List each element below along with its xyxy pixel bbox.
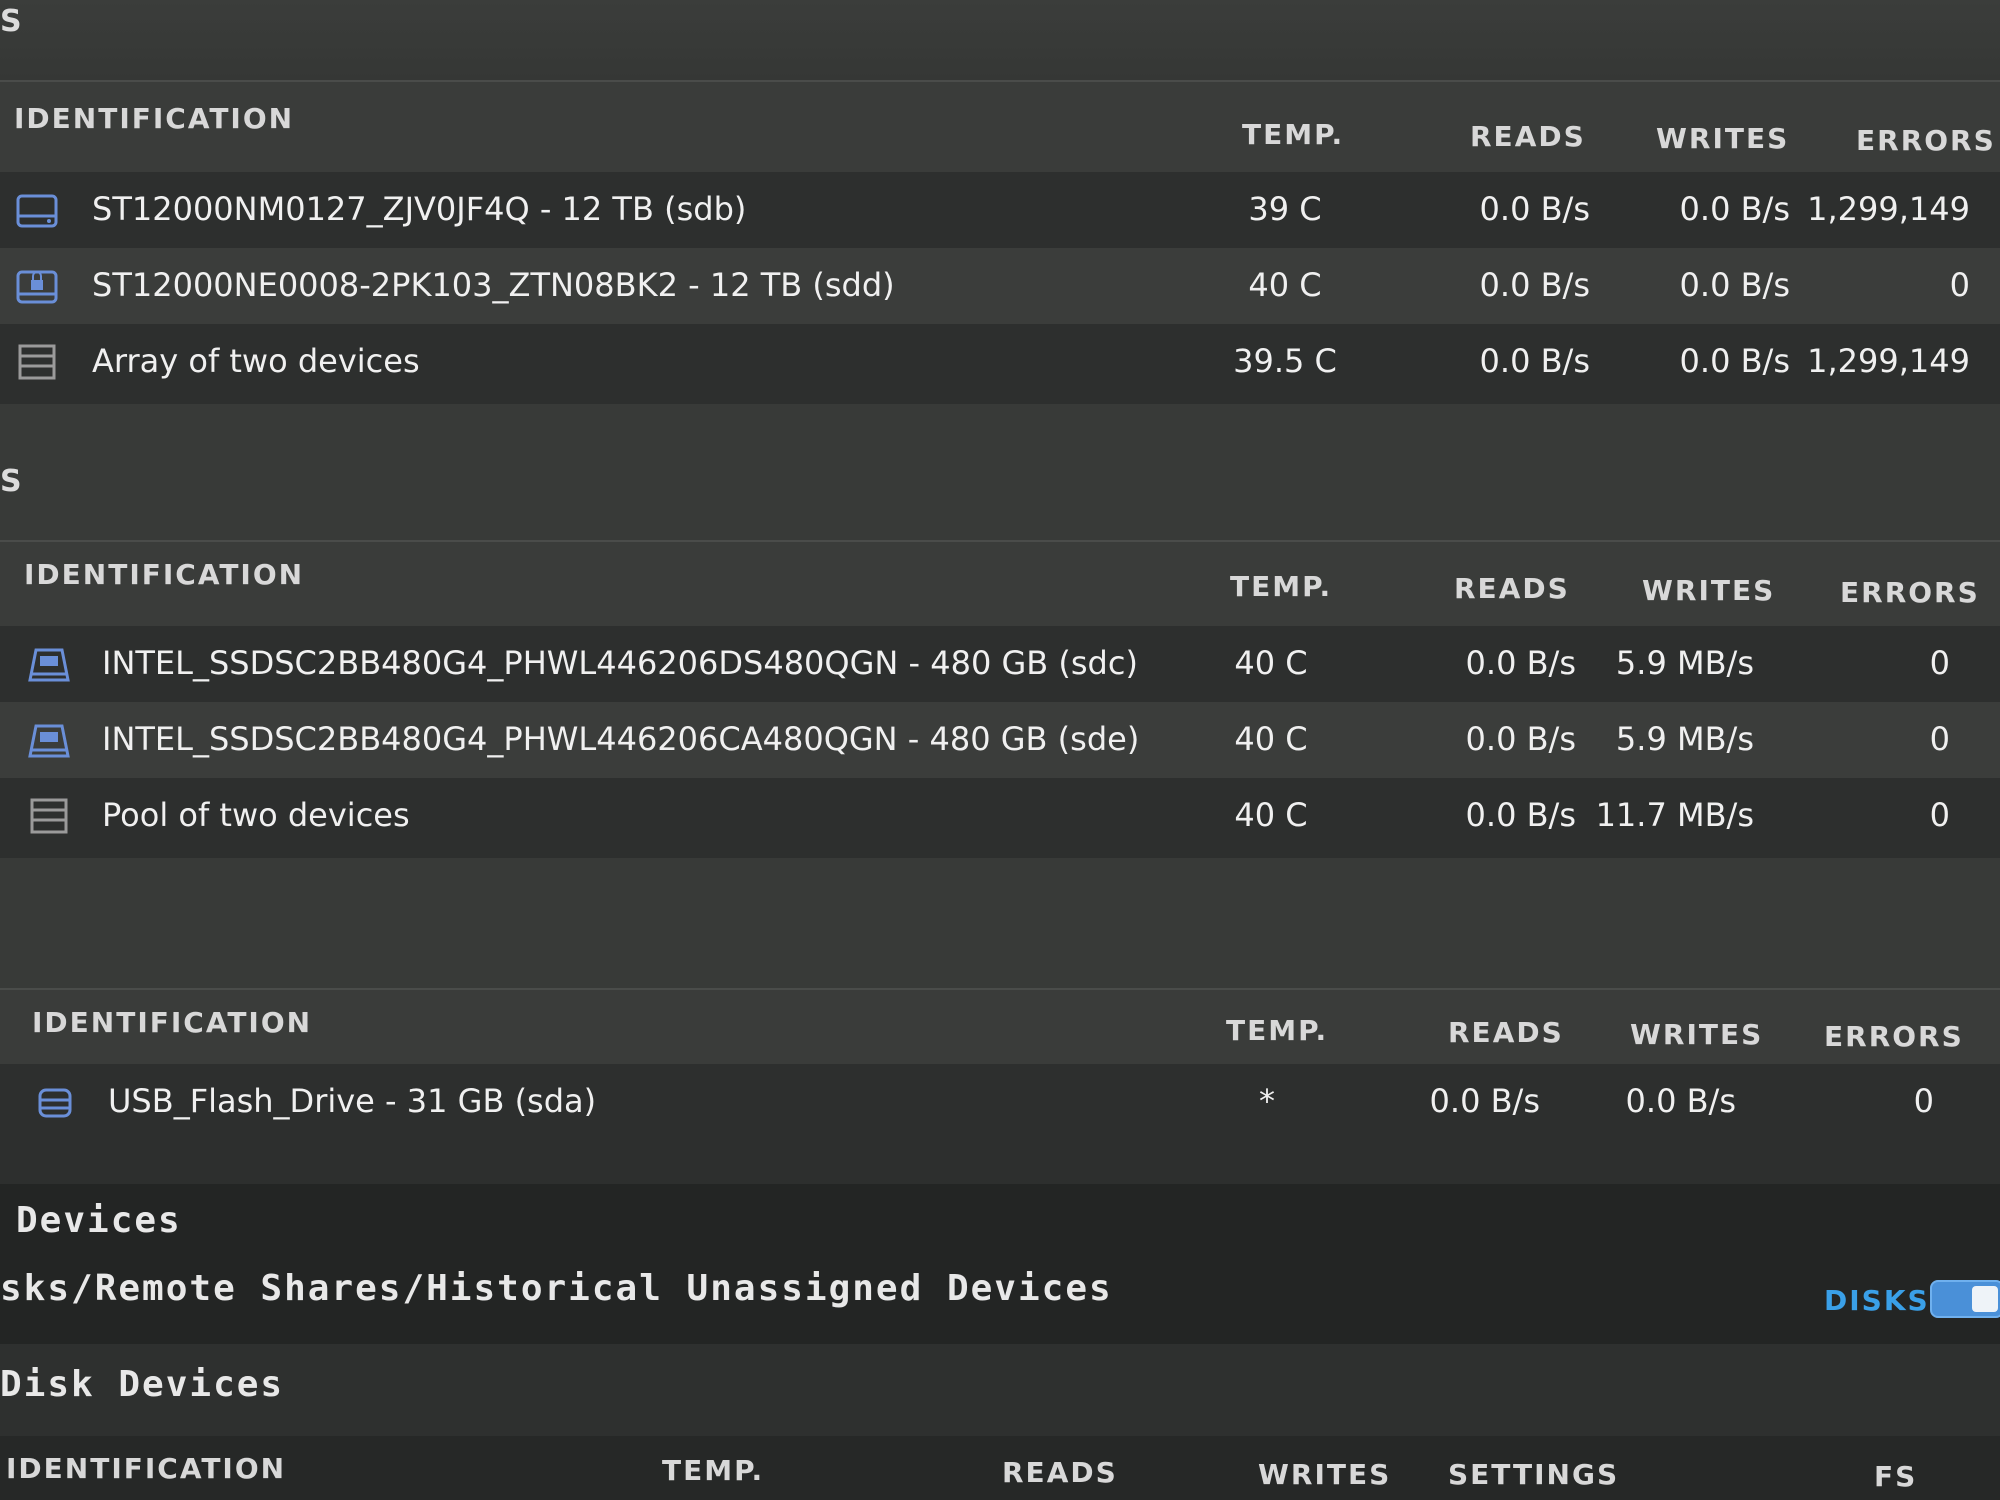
device-name: Array of two devices	[92, 342, 420, 380]
device-errors: 0	[1929, 720, 1950, 758]
col-temp: TEMP.	[1226, 1014, 1329, 1047]
device-name[interactable]: INTEL_SSDSC2BB480G4_PHWL446206CA480QGN -…	[102, 720, 1139, 758]
device-writes: 11.7 MB/s	[1595, 796, 1754, 834]
device-temp: 40 C	[1234, 796, 1308, 834]
device-temp: 40 C	[1234, 644, 1308, 682]
table-row[interactable]: INTEL_SSDSC2BB480G4_PHWL446206DS480QGN -…	[0, 626, 2000, 702]
col-temp: TEMP.	[1242, 118, 1345, 151]
device-writes: 0.0 B/s	[1679, 266, 1790, 304]
flash-table-header: IDENTIFICATION TEMP. READS WRITES ERRORS	[0, 988, 2000, 1066]
device-name[interactable]: INTEL_SSDSC2BB480G4_PHWL446206DS480QGN -…	[102, 644, 1138, 682]
section-gap	[0, 858, 2000, 988]
col-reads: READS	[1454, 572, 1570, 605]
device-reads: 0.0 B/s	[1465, 644, 1576, 682]
device-reads: 0.0 B/s	[1429, 1082, 1540, 1120]
col-settings: SETTINGS	[1448, 1458, 1620, 1491]
hdd-icon[interactable]	[14, 190, 60, 230]
device-writes: 5.9 MB/s	[1615, 720, 1754, 758]
unassigned-title: sks/Remote Shares/Historical Unassigned …	[0, 1268, 1113, 1309]
devices-title: Devices	[16, 1200, 182, 1241]
table-row[interactable]: ST12000NM0127_ZJV0JF4Q - 12 TB (sdb) 39 …	[0, 172, 2000, 248]
device-reads: 0.0 B/s	[1479, 342, 1590, 380]
device-name[interactable]: USB_Flash_Drive - 31 GB (sda)	[108, 1082, 596, 1120]
section-title-bar: S	[0, 0, 2000, 80]
table-row[interactable]: Pool of two devices 40 C 0.0 B/s 11.7 MB…	[0, 778, 2000, 858]
col-identification: IDENTIFICATION	[14, 102, 295, 135]
col-temp: TEMP.	[1230, 570, 1333, 603]
device-name: Pool of two devices	[102, 796, 410, 834]
table-row[interactable]: USB_Flash_Drive - 31 GB (sda) * 0.0 B/s …	[0, 1064, 2000, 1184]
col-temp: TEMP.	[662, 1454, 765, 1487]
col-reads: READS	[1002, 1456, 1118, 1489]
device-temp: *	[1259, 1082, 1275, 1120]
array-table-header: IDENTIFICATION TEMP. READS WRITES ERRORS	[0, 80, 2000, 174]
section-title-bar: S	[0, 404, 2000, 540]
unassigned-table-header: IDENTIFICATION TEMP. READS WRITES SETTIN…	[0, 1436, 2000, 1500]
col-identification: IDENTIFICATION	[32, 1006, 313, 1039]
col-writes: WRITES	[1258, 1458, 1392, 1491]
device-writes: 5.9 MB/s	[1615, 644, 1754, 682]
array-icon	[18, 344, 56, 380]
device-errors: 0	[1929, 796, 1950, 834]
table-row[interactable]: ST12000NE0008-2PK103_ZTN08BK2 - 12 TB (s…	[0, 248, 2000, 324]
col-fs: FS	[1874, 1460, 1918, 1493]
col-errors: ERRORS	[1824, 1020, 1964, 1053]
ssd-icon[interactable]	[26, 720, 72, 760]
col-reads: READS	[1470, 120, 1586, 153]
unassigned-section: Devices sks/Remote Shares/Historical Una…	[0, 1184, 2000, 1344]
col-reads: READS	[1448, 1016, 1564, 1049]
disks-toggle[interactable]	[1930, 1280, 2000, 1318]
device-errors: 0	[1913, 1082, 1934, 1120]
device-writes: 0.0 B/s	[1625, 1082, 1736, 1120]
disks-toggle-label: DISKS	[1824, 1284, 1930, 1317]
col-identification: IDENTIFICATION	[6, 1452, 287, 1485]
usb-drive-icon[interactable]	[32, 1082, 78, 1122]
disk-devices-title: Disk Devices	[0, 1364, 285, 1405]
device-temp: 40 C	[1248, 266, 1322, 304]
device-errors: 0	[1929, 644, 1950, 682]
pool-table-header: IDENTIFICATION TEMP. READS WRITES ERRORS	[0, 540, 2000, 628]
col-errors: ERRORS	[1856, 124, 1996, 157]
col-writes: WRITES	[1630, 1018, 1764, 1051]
device-reads: 0.0 B/s	[1479, 266, 1590, 304]
device-reads: 0.0 B/s	[1465, 720, 1576, 758]
device-errors: 1,299,149	[1807, 342, 1970, 380]
device-reads: 0.0 B/s	[1465, 796, 1576, 834]
disk-devices-title-bar: Disk Devices	[0, 1344, 2000, 1436]
device-writes: 0.0 B/s	[1679, 342, 1790, 380]
device-temp: 39.5 C	[1233, 342, 1337, 380]
device-errors: 1,299,149	[1807, 190, 1970, 228]
pool-icon	[30, 798, 68, 834]
table-row[interactable]: INTEL_SSDSC2BB480G4_PHWL446206CA480QGN -…	[0, 702, 2000, 778]
toggle-knob	[1972, 1286, 1998, 1312]
table-row[interactable]: Array of two devices 39.5 C 0.0 B/s 0.0 …	[0, 324, 2000, 404]
device-temp: 39 C	[1248, 190, 1322, 228]
device-name[interactable]: ST12000NM0127_ZJV0JF4Q - 12 TB (sdb)	[92, 190, 746, 228]
col-writes: WRITES	[1642, 574, 1776, 607]
section-title-cut: S	[0, 464, 22, 499]
device-name[interactable]: ST12000NE0008-2PK103_ZTN08BK2 - 12 TB (s…	[92, 266, 895, 304]
device-temp: 40 C	[1234, 720, 1308, 758]
unraid-main-page: S IDENTIFICATION TEMP. READS WRITES ERRO…	[0, 0, 2000, 1500]
col-errors: ERRORS	[1840, 576, 1980, 609]
device-writes: 0.0 B/s	[1679, 190, 1790, 228]
col-identification: IDENTIFICATION	[24, 558, 305, 591]
section-title-cut: S	[0, 4, 22, 39]
device-errors: 0	[1949, 266, 1970, 304]
col-writes: WRITES	[1656, 122, 1790, 155]
hdd-lock-icon[interactable]	[14, 266, 60, 306]
ssd-icon[interactable]	[26, 644, 72, 684]
device-reads: 0.0 B/s	[1479, 190, 1590, 228]
